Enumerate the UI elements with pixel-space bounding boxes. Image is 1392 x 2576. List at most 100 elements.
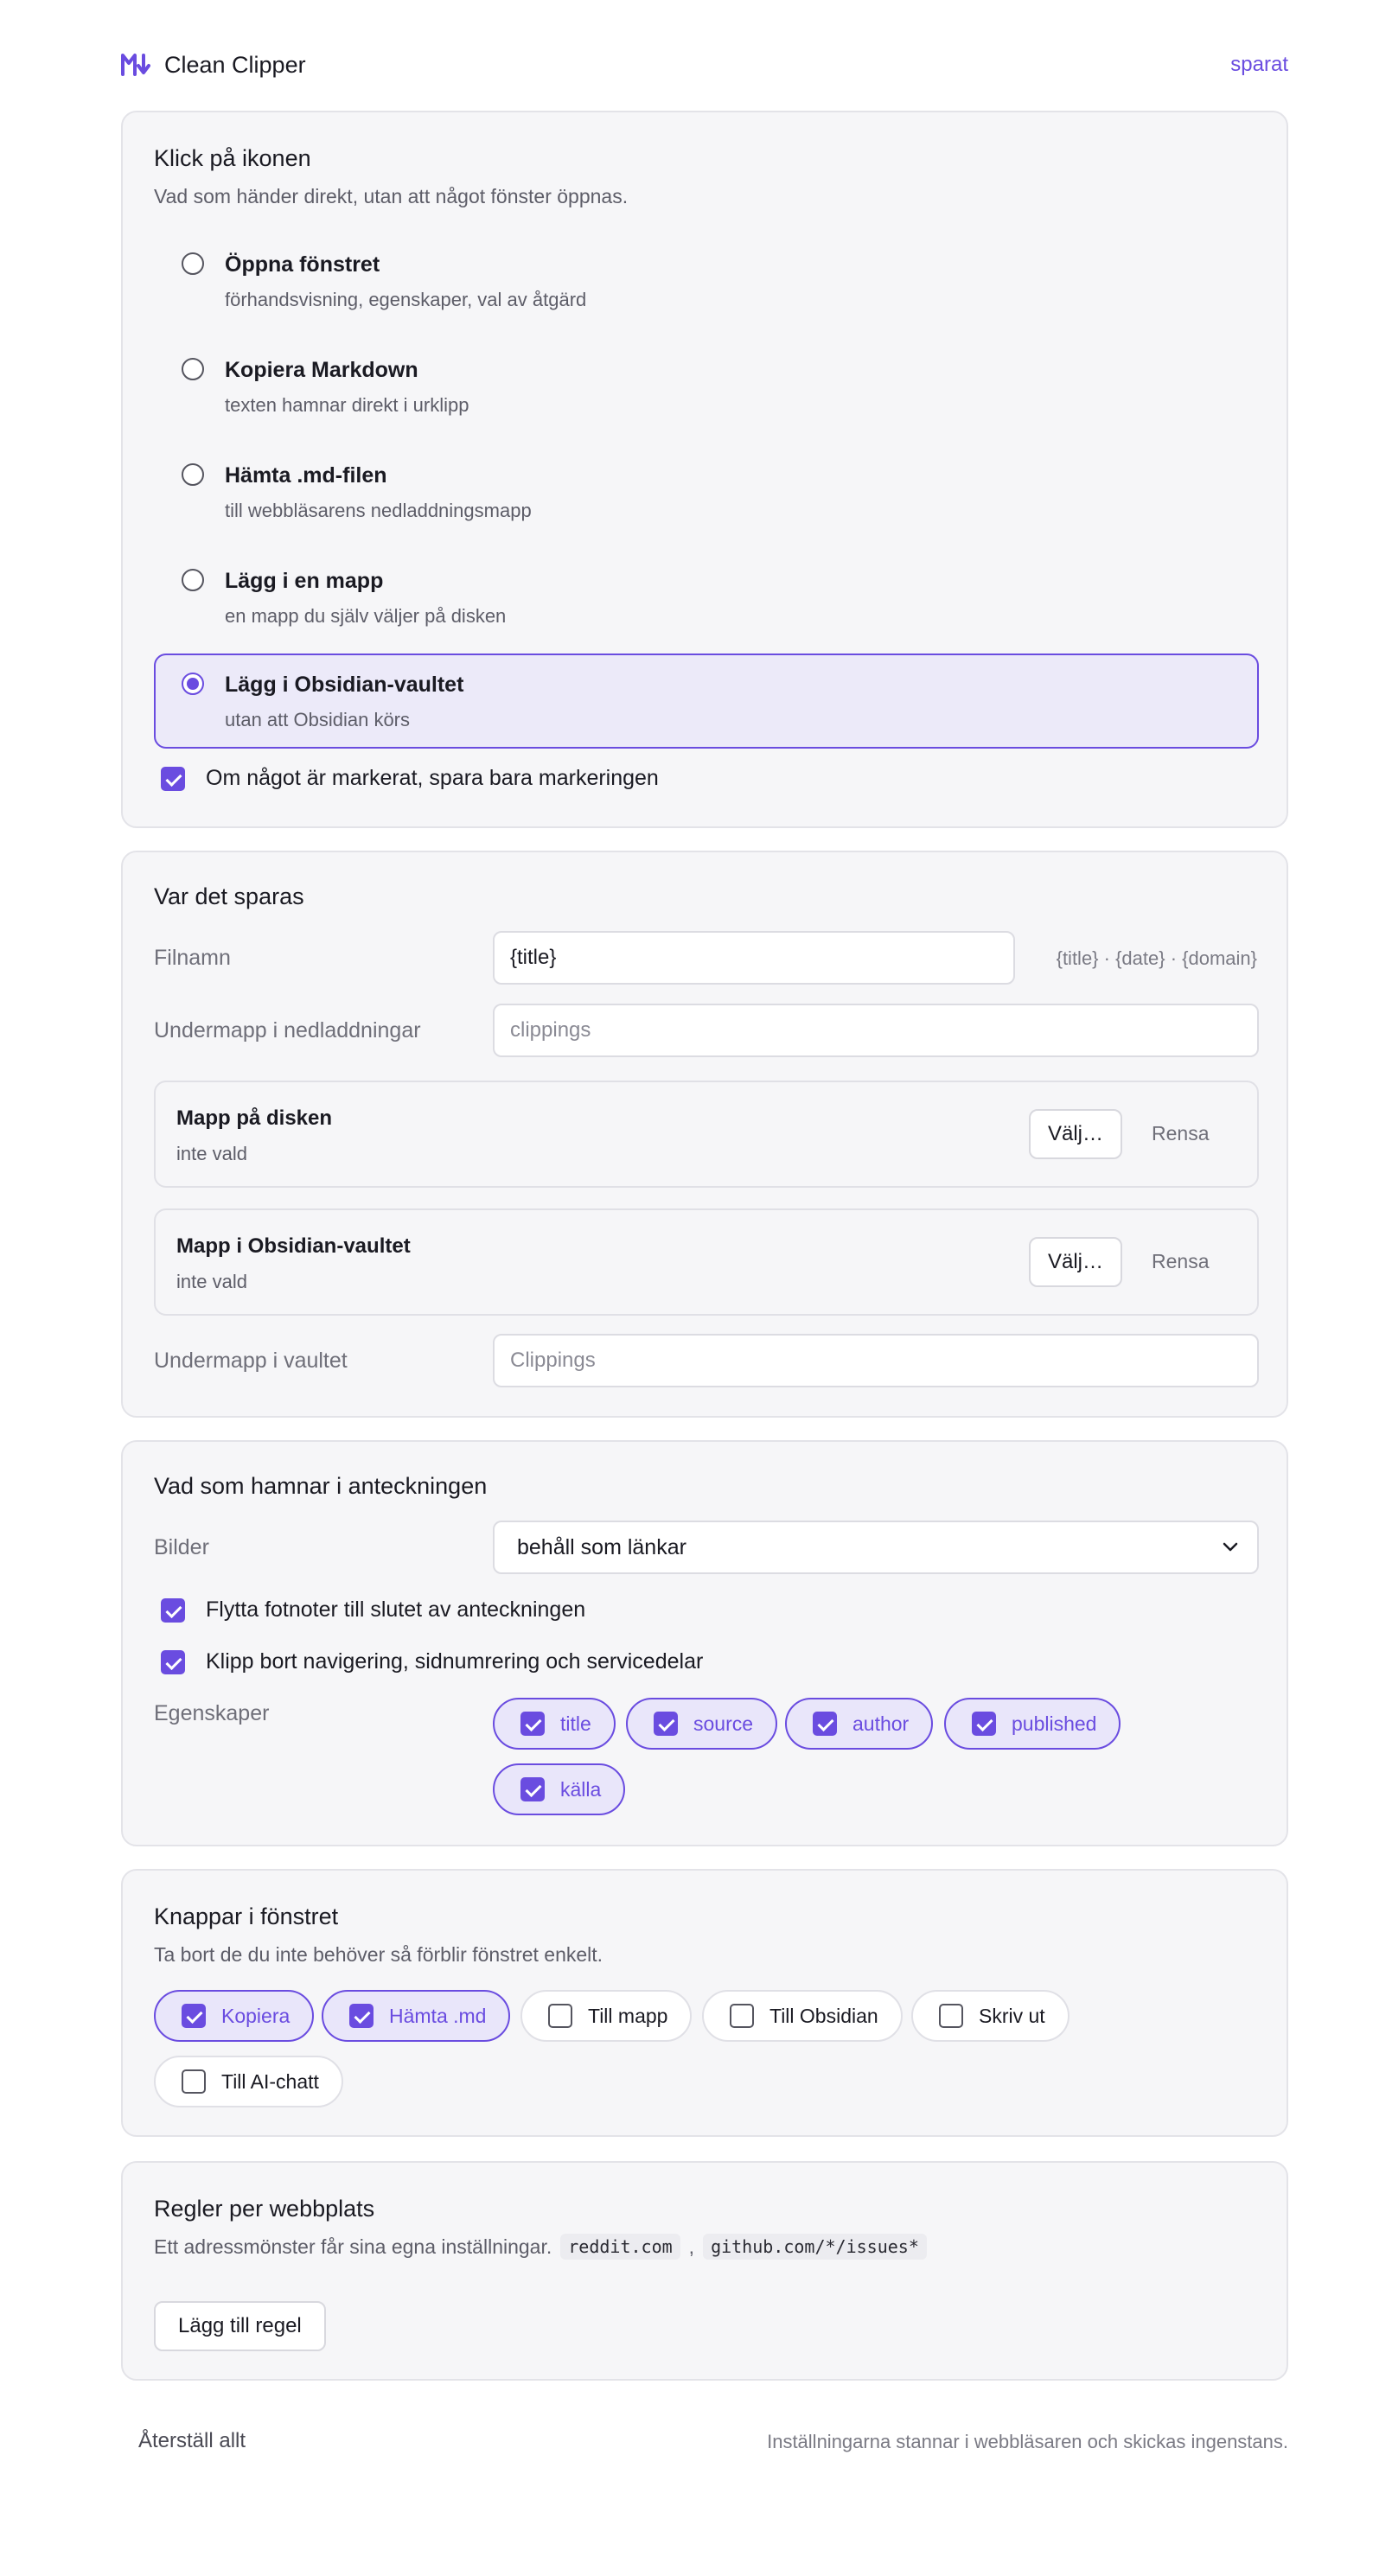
strip-navigation-checkbox[interactable] — [161, 1649, 185, 1674]
radio-open-window[interactable] — [182, 252, 204, 275]
option-label: Öppna fönstret — [225, 252, 380, 277]
options-page: Clean Clipper sparat Klick på ikonen Vad… — [0, 0, 1392, 2576]
site-rules-card: Regler per webbplats Ett adressmönster f… — [121, 2161, 1288, 2381]
button-toggle-download-md[interactable]: Hämta .md — [322, 1990, 511, 2042]
vault-subfolder-input[interactable] — [493, 1334, 1259, 1387]
button-toggle-to-obsidian[interactable]: Till Obsidian — [702, 1990, 903, 2042]
filename-label: Filnamn — [154, 946, 231, 970]
filename-input[interactable] — [493, 931, 1015, 985]
note-section-title: Vad som hamnar i anteckningen — [154, 1473, 488, 1499]
property-label: title — [560, 1712, 591, 1735]
click-section-title: Klick på ikonen — [154, 145, 311, 171]
button-toggle-label: Skriv ut — [979, 2004, 1045, 2027]
vault-folder-title: Mapp i Obsidian-vaultet — [176, 1234, 411, 1258]
button-toggle-label: Till Obsidian — [769, 2004, 878, 2027]
disk-folder-box: Mapp på disken inte vald Välj… Rensa — [154, 1081, 1259, 1188]
brand: Clean Clipper — [121, 52, 306, 79]
property-pill-author[interactable]: author — [785, 1698, 934, 1750]
footnotes-checkbox[interactable] — [161, 1597, 185, 1623]
radio-copy-markdown[interactable] — [182, 358, 204, 380]
buttons-section-title: Knappar i fönstret — [154, 1903, 339, 1929]
radio-download-md[interactable] — [182, 463, 204, 486]
clear-vault-folder-button[interactable]: Rensa — [1152, 1250, 1209, 1273]
choose-vault-folder-button[interactable]: Välj… — [1029, 1237, 1122, 1287]
property-checkbox[interactable] — [654, 1712, 678, 1736]
radio-save-to-folder[interactable] — [182, 569, 204, 591]
rules-section-description-row: Ett adressmönster får sina egna inställn… — [154, 2234, 927, 2260]
option-save-to-folder[interactable]: Lägg i en mapp en mapp du själv väljer p… — [154, 550, 1259, 645]
button-toggle-checkbox[interactable] — [182, 2004, 206, 2028]
option-description: till webbläsarens nedladdningsmapp — [225, 500, 532, 521]
button-toggle-ai-chat[interactable]: Till AI-chatt — [154, 2056, 343, 2107]
button-toggle-print[interactable]: Skriv ut — [911, 1990, 1070, 2042]
property-pill-published[interactable]: published — [944, 1698, 1121, 1750]
choose-disk-folder-button[interactable]: Välj… — [1029, 1109, 1122, 1159]
property-pill-title[interactable]: title — [493, 1698, 616, 1750]
property-label: author — [852, 1712, 910, 1735]
button-toggle-label: Till mapp — [588, 2004, 668, 2027]
click-section-description: Vad som händer direkt, utan att något fö… — [154, 185, 629, 207]
button-toggle-label: Hämta .md — [389, 2004, 487, 2027]
radio-save-to-obsidian[interactable] — [182, 673, 204, 695]
option-description: förhandsvisning, egenskaper, val av åtgä… — [225, 289, 587, 310]
button-toggle-checkbox[interactable] — [548, 2004, 572, 2028]
disk-folder-value: inte vald — [176, 1143, 247, 1164]
app-title: Clean Clipper — [164, 51, 306, 78]
option-save-to-obsidian[interactable]: Lägg i Obsidian-vaultet utan att Obsidia… — [154, 654, 1259, 749]
property-checkbox[interactable] — [813, 1712, 837, 1736]
button-toggle-checkbox[interactable] — [182, 2069, 206, 2094]
property-checkbox[interactable] — [972, 1712, 996, 1736]
option-label: Kopiera Markdown — [225, 358, 418, 382]
button-toggle-checkbox[interactable] — [730, 2004, 754, 2028]
button-toggle-checkbox[interactable] — [349, 2004, 374, 2028]
window-buttons-card: Knappar i fönstret Ta bort de du inte be… — [121, 1869, 1288, 2137]
property-checkbox[interactable] — [520, 1712, 545, 1736]
selection-only-checkbox[interactable] — [161, 766, 185, 791]
strip-navigation-label: Klipp bort navigering, sidnumrering och … — [206, 1649, 704, 1674]
filename-tokens-hint: {title} · {date} · {domain} — [1056, 947, 1257, 969]
properties-label: Egenskaper — [154, 1701, 270, 1725]
images-select[interactable]: behåll som länkar — [493, 1521, 1259, 1574]
download-subfolder-label: Undermapp i nedladdningar — [154, 1018, 421, 1043]
button-toggle-checkbox[interactable] — [939, 2004, 963, 2028]
disk-folder-title: Mapp på disken — [176, 1106, 333, 1130]
option-copy-markdown[interactable]: Kopiera Markdown texten hamnar direkt i … — [154, 339, 1259, 434]
download-subfolder-input[interactable] — [493, 1004, 1259, 1057]
option-description: utan att Obsidian körs — [225, 709, 411, 730]
option-description: en mapp du själv väljer på disken — [225, 605, 507, 627]
property-label: published — [1012, 1712, 1097, 1735]
strip-navigation-row[interactable]: Klipp bort navigering, sidnumrering och … — [161, 1649, 703, 1674]
selection-only-row[interactable]: Om något är markerat, spara bara markeri… — [161, 766, 659, 791]
click-behavior-card: Klick på ikonen Vad som händer direkt, u… — [121, 111, 1288, 828]
add-rule-button[interactable]: Lägg till regel — [154, 2301, 326, 2351]
button-toggle-to-folder[interactable]: Till mapp — [520, 1990, 693, 2042]
save-location-card: Var det sparas Filnamn {title} · {date} … — [121, 851, 1288, 1418]
rules-section-description: Ett adressmönster får sina egna inställn… — [154, 2235, 552, 2258]
privacy-note: Inställningarna stannar i webbläsaren oc… — [767, 2431, 1288, 2452]
property-checkbox[interactable] — [520, 1777, 545, 1801]
save-section-title: Var det sparas — [154, 883, 304, 909]
button-toggle-copy[interactable]: Kopiera — [154, 1990, 315, 2042]
footnotes-row[interactable]: Flytta fotnoter till slutet av antecknin… — [161, 1597, 585, 1623]
option-label: Lägg i en mapp — [225, 569, 384, 593]
property-pill-kalla[interactable]: källa — [493, 1763, 626, 1815]
buttons-section-description: Ta bort de du inte behöver så förblir fö… — [154, 1943, 603, 1966]
option-download-md[interactable]: Hämta .md-filen till webbläsarens nedlad… — [154, 444, 1259, 539]
property-label: source — [693, 1712, 754, 1735]
property-pill-source[interactable]: source — [626, 1698, 778, 1750]
vault-subfolder-label: Undermapp i vaultet — [154, 1349, 348, 1373]
option-description: texten hamnar direkt i urklipp — [225, 394, 469, 416]
chevron-down-icon — [1223, 1542, 1238, 1552]
clear-disk-folder-button[interactable]: Rensa — [1152, 1122, 1209, 1145]
markdown-icon — [121, 54, 150, 76]
option-open-window[interactable]: Öppna fönstret förhandsvisning, egenskap… — [154, 233, 1259, 328]
footnotes-label: Flytta fotnoter till slutet av antecknin… — [206, 1597, 586, 1622]
option-label: Lägg i Obsidian-vaultet — [225, 673, 464, 697]
rule-example-github: github.com/*/issues* — [703, 2234, 927, 2260]
property-label: källa — [560, 1777, 602, 1801]
vault-folder-box: Mapp i Obsidian-vaultet inte vald Välj… … — [154, 1208, 1259, 1316]
images-label: Bilder — [154, 1535, 209, 1559]
rule-example-reddit: reddit.com — [560, 2234, 680, 2260]
images-select-value: behåll som länkar — [517, 1534, 686, 1559]
reset-all-button[interactable]: Återställ allt — [138, 2429, 246, 2453]
